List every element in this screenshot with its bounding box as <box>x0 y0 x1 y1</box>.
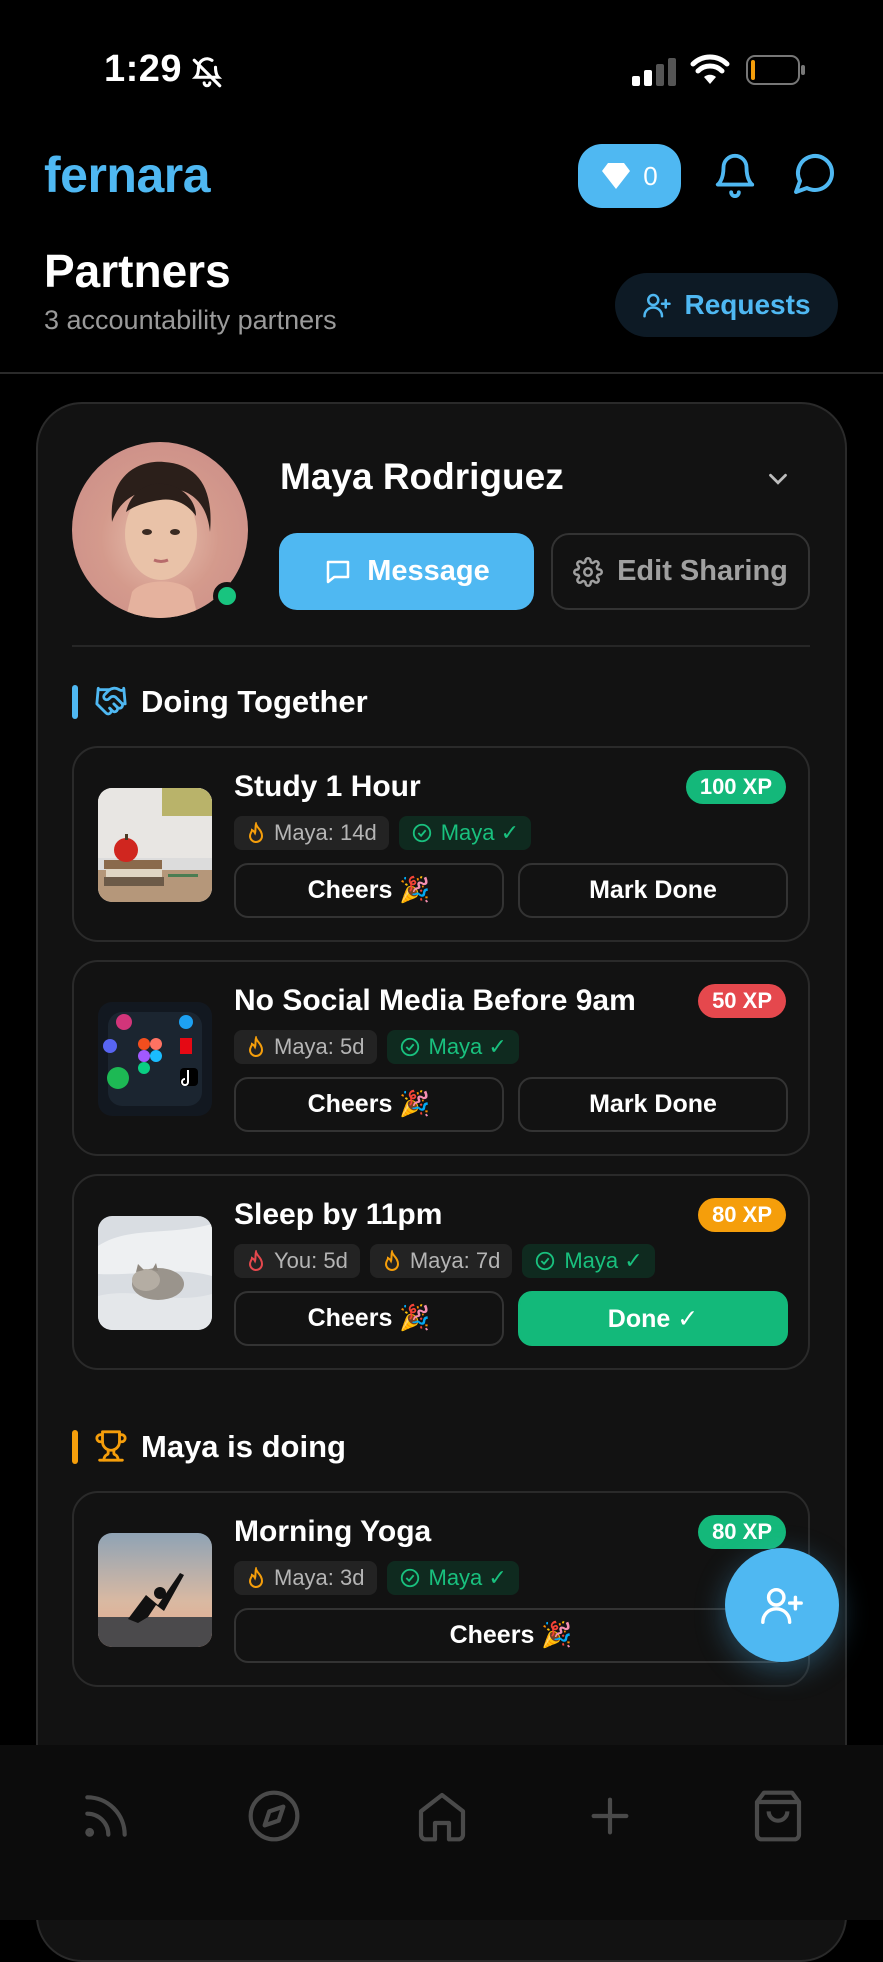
xp-badge: 80 XP <box>698 1198 786 1232</box>
message-icon <box>323 557 353 587</box>
edit-sharing-button[interactable]: Edit Sharing <box>551 533 810 610</box>
partner-check-chip: Maya ✓ <box>398 816 532 850</box>
trophy-icon <box>94 1429 128 1463</box>
gear-icon <box>573 556 604 587</box>
mark-done-button[interactable]: Mark Done <box>518 1077 788 1132</box>
page-title: Partners <box>44 245 231 297</box>
flame-icon <box>246 822 266 844</box>
check-circle-icon <box>399 1036 421 1058</box>
add-user-icon <box>642 290 672 320</box>
habit-image-yoga <box>98 1533 212 1647</box>
habit-card-yoga: Morning Yoga 80 XP Maya: 3d Maya ✓ Cheer… <box>72 1491 810 1687</box>
message-button[interactable]: Message <box>279 533 534 610</box>
cheers-button[interactable]: Cheers 🎉 <box>234 1077 504 1132</box>
habit-title: Morning Yoga <box>234 1515 432 1548</box>
flame-icon <box>382 1250 402 1272</box>
streak-chip: Maya: 14d <box>234 816 389 850</box>
brand-logo: fernara <box>44 147 211 203</box>
handshake-icon <box>94 684 128 718</box>
requests-label: Requests <box>684 289 811 320</box>
chat-icon[interactable] <box>790 150 838 198</box>
section-accent-bar <box>72 1430 78 1464</box>
page-subtitle: 3 accountability partners <box>44 305 337 335</box>
partner-check-label: Maya ✓ <box>428 1034 507 1059</box>
habit-image-social-apps <box>98 1002 212 1116</box>
status-time: 1:29 <box>104 48 183 90</box>
habit-image-sleep <box>98 1216 212 1330</box>
gems-count: 0 <box>643 160 658 191</box>
streak-chip: Maya: 5d <box>234 1030 377 1064</box>
wifi-icon <box>690 54 730 86</box>
flame-icon <box>246 1567 266 1589</box>
habit-title: Sleep by 11pm <box>234 1198 443 1231</box>
habit-title: No Social Media Before 9am <box>234 984 636 1017</box>
check-circle-icon <box>411 822 433 844</box>
done-button[interactable]: Done ✓ <box>518 1291 788 1346</box>
silent-bell-icon <box>190 56 224 90</box>
header-divider <box>0 372 883 374</box>
gems-button[interactable]: 0 <box>578 144 681 208</box>
partner-check-label: Maya ✓ <box>428 1565 507 1590</box>
partner-check-chip: Maya ✓ <box>522 1244 655 1278</box>
habit-card-sleep: Sleep by 11pm 80 XP You: 5d Maya: 7d May… <box>72 1174 810 1370</box>
check-circle-icon <box>534 1250 556 1272</box>
streak-chip: Maya: 3d <box>234 1561 377 1595</box>
compass-icon[interactable] <box>246 1788 302 1844</box>
streak-label: Maya: 5d <box>274 1034 365 1059</box>
xp-badge: 80 XP <box>698 1515 786 1549</box>
habit-title: Study 1 Hour <box>234 770 421 803</box>
section-title-together: Doing Together <box>141 684 368 719</box>
battery-icon <box>746 55 806 85</box>
check-circle-icon <box>399 1567 421 1589</box>
streak-label: Maya: 3d <box>274 1565 365 1590</box>
partner-name: Maya Rodriguez <box>280 456 564 497</box>
mark-done-button[interactable]: Mark Done <box>518 863 788 918</box>
partner-check-chip: Maya ✓ <box>386 1561 519 1595</box>
feed-icon[interactable] <box>78 1788 134 1844</box>
xp-badge: 100 XP <box>685 770 786 804</box>
section-accent-bar <box>72 685 78 719</box>
online-status-dot <box>213 582 241 610</box>
partner-check-label: Maya ✓ <box>564 1248 643 1273</box>
add-partner-fab[interactable] <box>725 1548 839 1662</box>
home-icon[interactable] <box>414 1788 470 1844</box>
partner-check-label: Maya ✓ <box>440 820 520 845</box>
partner-divider <box>72 645 810 647</box>
flame-icon <box>246 1036 266 1058</box>
flame-icon <box>246 1250 266 1272</box>
plus-icon[interactable] <box>582 1788 638 1844</box>
your-streak-chip: You: 5d <box>234 1244 360 1278</box>
streak-label: Maya: 7d <box>409 1248 501 1273</box>
cheers-button[interactable]: Cheers 🎉 <box>234 1291 504 1346</box>
gem-icon <box>601 162 631 190</box>
habit-image-study <box>98 788 212 902</box>
streak-label: Maya: 14d <box>274 820 377 845</box>
requests-button[interactable]: Requests <box>615 273 838 337</box>
habit-card-no-social: No Social Media Before 9am 50 XP Maya: 5… <box>72 960 810 1156</box>
section-title-partner-doing: Maya is doing <box>141 1429 346 1464</box>
habit-card-study: Study 1 Hour 100 XP Maya: 14d Maya ✓ Che… <box>72 746 810 942</box>
cheers-button[interactable]: Cheers 🎉 <box>234 863 504 918</box>
message-label: Message <box>367 555 490 587</box>
streak-chip: Maya: 7d <box>369 1244 513 1278</box>
add-user-icon <box>759 1582 805 1628</box>
partner-check-chip: Maya ✓ <box>386 1030 519 1064</box>
chevron-down-icon[interactable] <box>763 464 793 494</box>
notification-bell-icon[interactable] <box>712 150 758 200</box>
shop-bag-icon[interactable] <box>750 1788 806 1844</box>
edit-sharing-label: Edit Sharing <box>617 555 788 587</box>
signal-icon <box>632 58 676 86</box>
streak-label: You: 5d <box>274 1248 348 1273</box>
cheers-button[interactable]: Cheers 🎉 <box>234 1608 788 1663</box>
xp-badge: 50 XP <box>698 984 786 1018</box>
